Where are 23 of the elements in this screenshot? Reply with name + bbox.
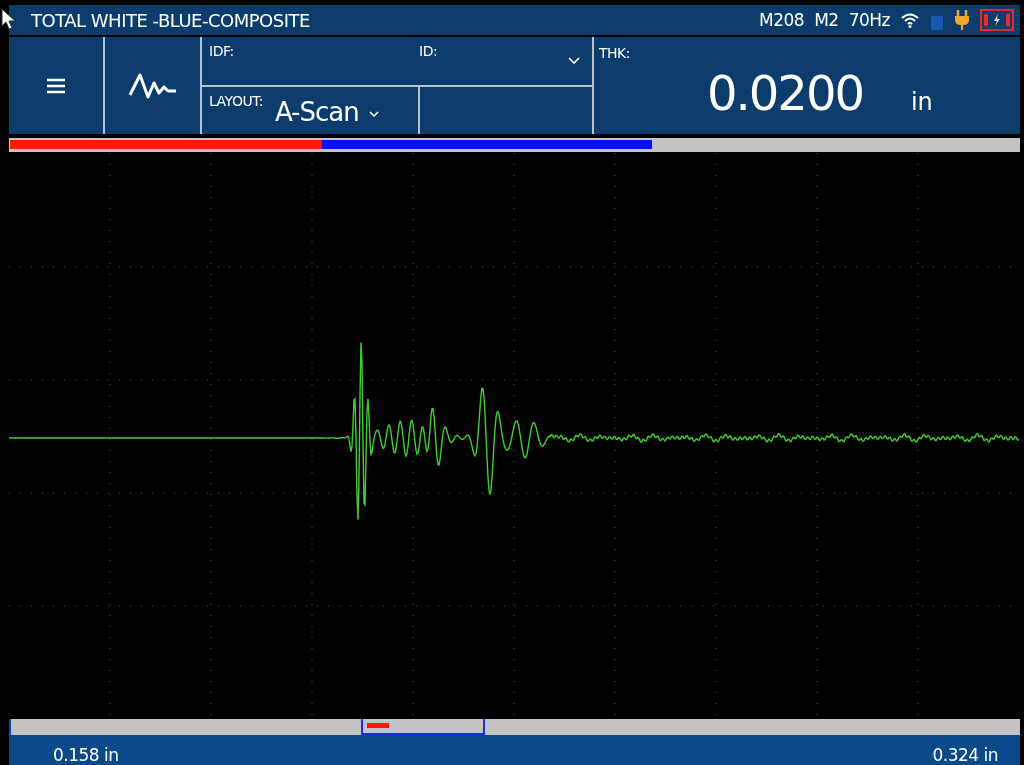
field-label: LAYOUT:: [209, 92, 263, 109]
layout-dropdown[interactable]: LAYOUT: A-Scan: [202, 86, 420, 134]
range-end-label: 0.324 in: [932, 745, 998, 765]
wifi-icon: [900, 12, 920, 28]
field-label: ID:: [419, 43, 438, 61]
field-label: IDF:: [208, 42, 235, 61]
range-start-label: 0.158 in: [53, 745, 119, 765]
status-text: M2: [814, 10, 839, 30]
caret-icon: [568, 57, 580, 65]
plug-icon: [954, 10, 970, 30]
thickness-value: 0.0200: [707, 65, 863, 121]
id-dropdown[interactable]: ID:: [419, 37, 592, 85]
field-label: THK:: [599, 45, 631, 61]
menu-icon: [47, 77, 65, 94]
cursor-icon: [1, 8, 17, 30]
window-title: TOTAL WHITE -BLUE-COMPOSITE: [31, 9, 310, 31]
caret-icon: [368, 110, 379, 118]
scroll-bar[interactable]: [9, 719, 1020, 735]
status-text: 70Hz: [848, 10, 890, 30]
status-text: M208: [759, 10, 805, 30]
layout-value: A-Scan: [274, 96, 359, 127]
unit-label: in: [910, 88, 933, 116]
battery-icon: [980, 9, 1014, 31]
